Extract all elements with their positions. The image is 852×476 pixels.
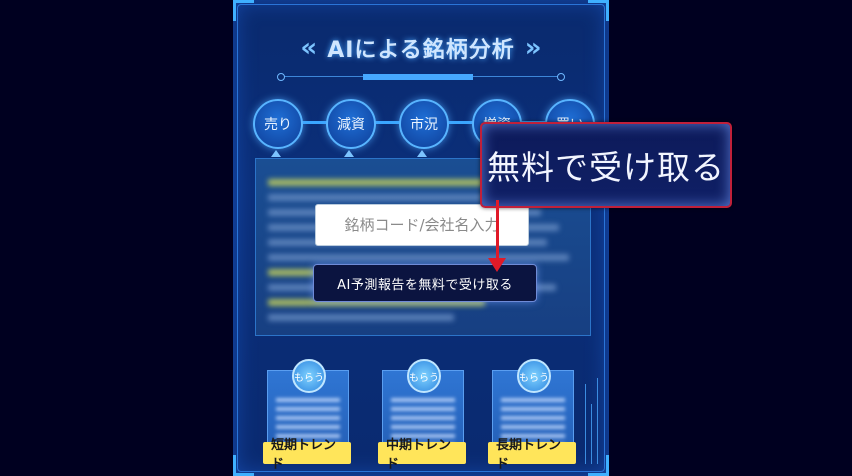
blurred-card-text — [276, 393, 340, 447]
arrow-down-icon — [488, 258, 506, 272]
blurred-card-text — [501, 393, 565, 447]
title-accent-bar — [363, 74, 473, 80]
frame-corner-top-right — [588, 0, 609, 21]
blurred-card-text — [391, 393, 455, 447]
get-badge: もらう — [517, 359, 551, 393]
analysis-panel: « AIによる銘柄分析 » 売り 減資 市況 増資 買い AI予測報告を無料で受… — [233, 0, 609, 476]
get-badge: もらう — [292, 359, 326, 393]
divider-dot-right — [557, 73, 565, 81]
get-badge: もらう — [407, 359, 441, 393]
long-term-label[interactable]: 長期トレンド — [488, 438, 576, 472]
tab-market[interactable]: 市況 — [399, 99, 449, 149]
tab-sell[interactable]: 売り — [253, 99, 303, 149]
tab-pointer — [344, 150, 354, 157]
tab-pointer — [417, 150, 427, 157]
divider-dot-left — [277, 73, 285, 81]
frame-corner-bottom-left — [233, 455, 254, 476]
short-term-label[interactable]: 短期トレンド — [263, 438, 351, 472]
chevron-right-double-icon: » — [524, 33, 542, 63]
mid-term-label[interactable]: 中期トレンド — [378, 438, 466, 472]
frame-corner-top-left — [233, 0, 254, 21]
page-title: AIによる銘柄分析 — [327, 38, 515, 63]
zoom-callout: 無料で受け取る — [480, 122, 732, 208]
circuit-decoration — [583, 374, 603, 464]
title-row: « AIによる銘柄分析 » — [233, 30, 609, 66]
chevron-left-double-icon: « — [300, 33, 318, 63]
pointer-arrow-shaft — [496, 200, 499, 262]
tab-pointer — [271, 150, 281, 157]
tab-capital-reduction[interactable]: 減資 — [326, 99, 376, 149]
